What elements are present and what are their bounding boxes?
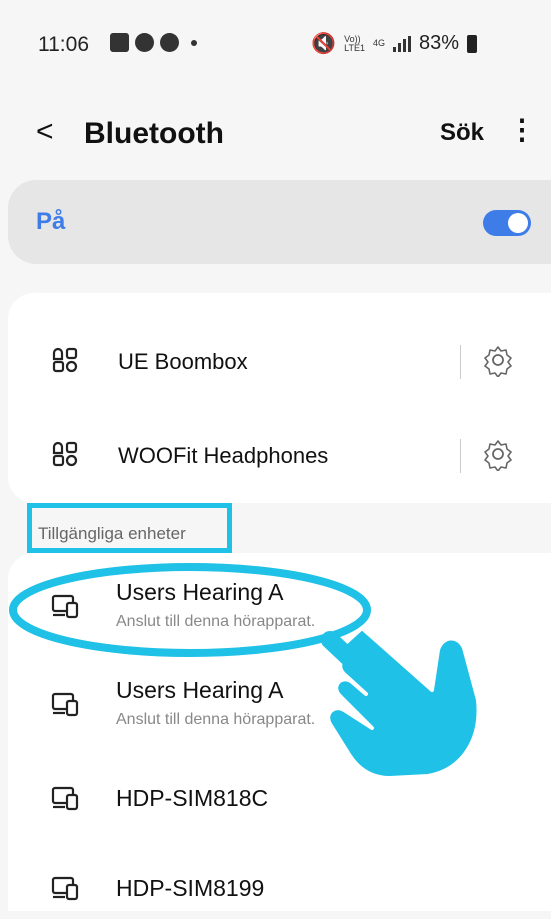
divider bbox=[460, 345, 461, 379]
available-device-row[interactable]: Users Hearing A Anslut till denna hörapp… bbox=[8, 671, 551, 751]
available-device-name: HDP-SIM818C bbox=[116, 785, 269, 811]
bluetooth-state-label: På bbox=[36, 208, 66, 235]
phone-tablet-icon bbox=[51, 876, 79, 901]
bluetooth-switch[interactable] bbox=[483, 210, 531, 236]
available-device-row[interactable]: Users Hearing A Anslut till denna hörapp… bbox=[8, 573, 551, 653]
paired-device-row[interactable]: UE Boombox bbox=[8, 329, 551, 399]
status-bar: 11:06 🔇 Vo)) LTE1 4G 83% bbox=[0, 0, 551, 90]
paired-device-row[interactable]: WOOFit Headphones bbox=[8, 423, 551, 493]
available-device-name: HDP-SIM8199 bbox=[116, 875, 265, 901]
app-header: < Bluetooth Sök ⋮ bbox=[0, 105, 551, 165]
paired-devices-list: UE Boombox WOOFit Headphones bbox=[8, 293, 551, 503]
gear-icon[interactable] bbox=[481, 437, 515, 471]
volte-icon: Vo)) LTE1 bbox=[344, 33, 365, 53]
available-device-name: Users Hearing A bbox=[116, 579, 284, 605]
more-notifications-icon bbox=[191, 39, 197, 46]
battery-percent: 83% bbox=[418, 32, 459, 54]
device-grid-icon bbox=[52, 441, 78, 467]
available-device-row[interactable]: HDP-SIM818C bbox=[8, 775, 551, 835]
notification-icon bbox=[135, 33, 154, 52]
network-type-icon: 4G bbox=[372, 38, 385, 48]
more-vert-icon[interactable]: ⋮ bbox=[508, 113, 536, 146]
available-devices-list: Users Hearing A Anslut till denna hörapp… bbox=[8, 553, 551, 911]
divider bbox=[460, 439, 461, 473]
switch-knob bbox=[508, 213, 528, 233]
bluetooth-toggle-row[interactable]: På bbox=[8, 180, 551, 264]
chevron-left-icon[interactable]: < bbox=[36, 115, 54, 149]
signal-icon bbox=[392, 35, 411, 52]
notification-icons bbox=[110, 33, 197, 52]
gallery-icon bbox=[110, 33, 129, 52]
battery-icon bbox=[467, 34, 477, 53]
status-time: 11:06 bbox=[38, 33, 89, 56]
available-device-name: Users Hearing A bbox=[116, 677, 284, 703]
search-button[interactable]: Sök bbox=[440, 119, 484, 147]
paired-device-name: UE Boombox bbox=[118, 349, 248, 374]
available-device-row[interactable]: HDP-SIM8199 bbox=[8, 869, 551, 919]
device-grid-icon bbox=[52, 347, 78, 373]
app-notification-icon bbox=[160, 33, 179, 52]
available-device-subtitle: Anslut till denna hörapparat. bbox=[116, 711, 316, 728]
available-section-label: Tillgängliga enheter bbox=[38, 524, 186, 543]
status-right: 🔇 Vo)) LTE1 4G 83% bbox=[311, 31, 477, 56]
phone-tablet-icon bbox=[51, 786, 79, 811]
page-title: Bluetooth bbox=[84, 117, 224, 150]
paired-device-name: WOOFit Headphones bbox=[118, 443, 329, 468]
available-device-subtitle: Anslut till denna hörapparat. bbox=[116, 613, 316, 630]
phone-tablet-icon bbox=[51, 594, 79, 619]
mute-icon: 🔇 bbox=[311, 33, 337, 55]
gear-icon[interactable] bbox=[481, 343, 515, 377]
phone-tablet-icon bbox=[51, 692, 79, 717]
